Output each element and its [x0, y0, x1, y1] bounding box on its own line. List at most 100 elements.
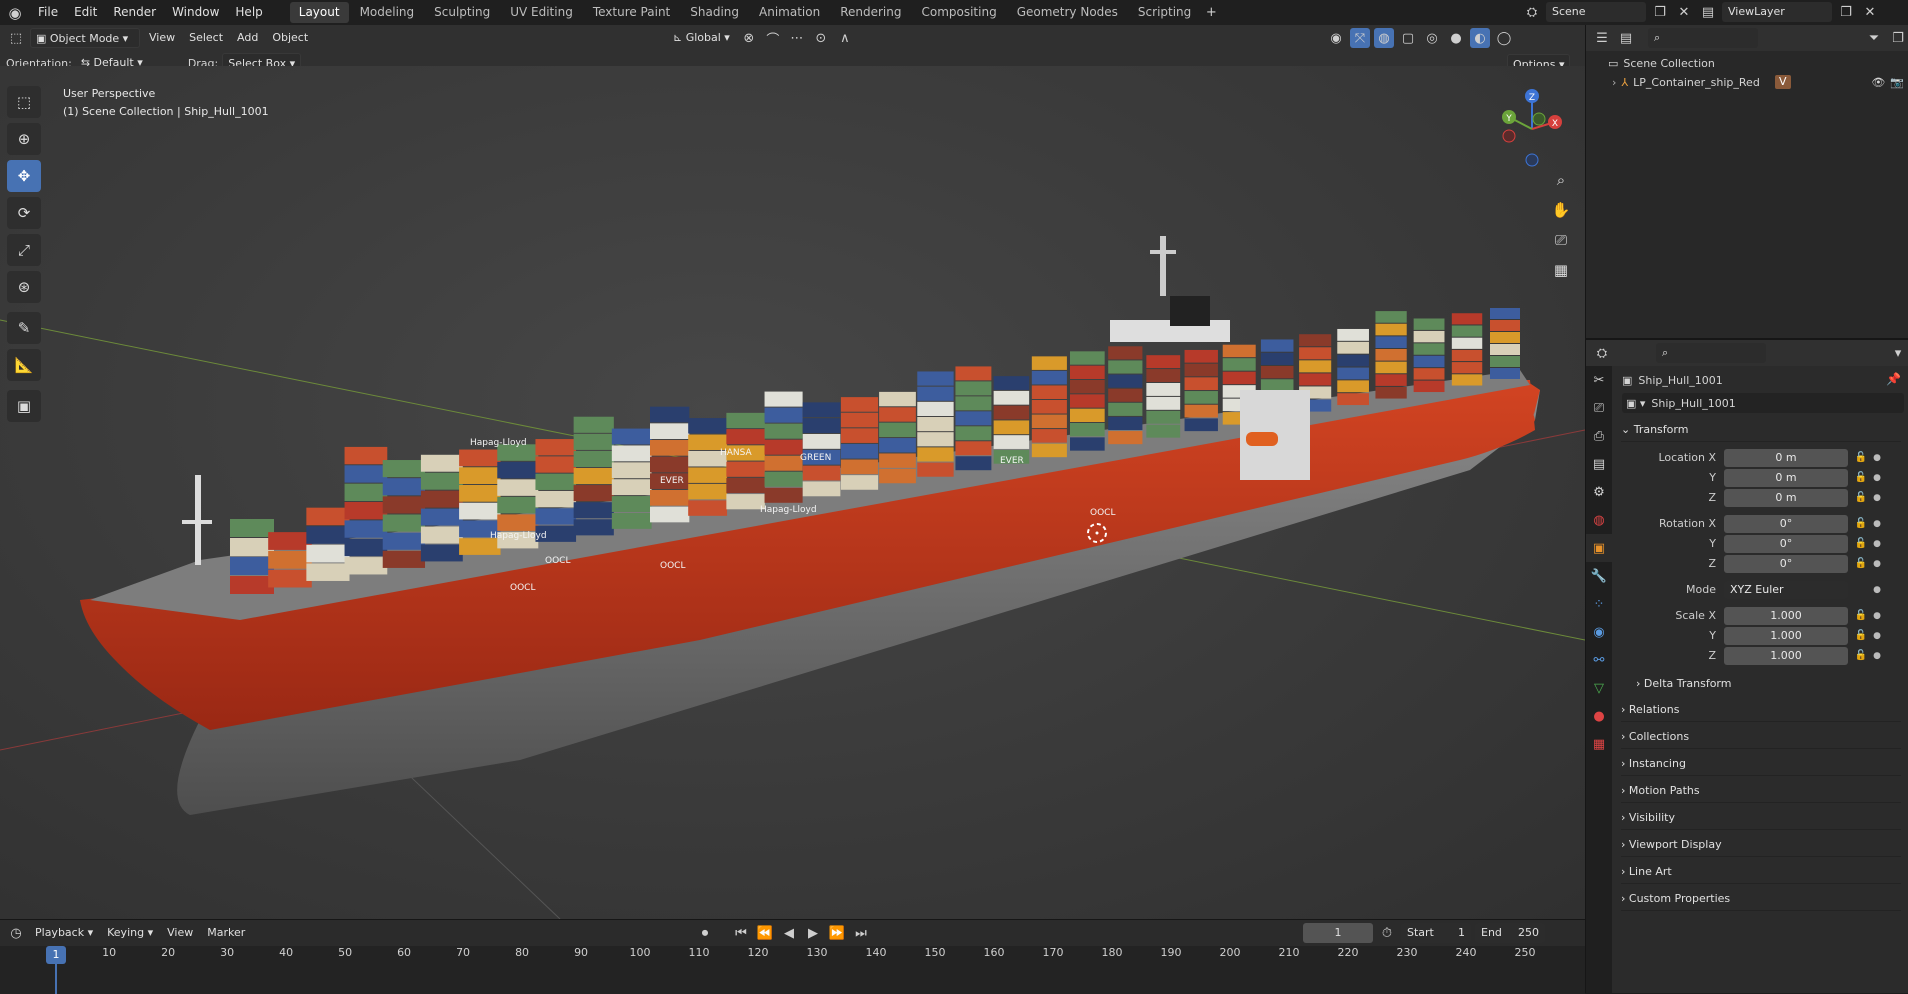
pivot-icon[interactable]: ⊗ [739, 28, 759, 48]
end-frame-field[interactable]: End 250 [1475, 923, 1545, 943]
area-divider-horizontal[interactable] [1586, 338, 1908, 340]
render-camera-icon[interactable]: 📷 [1890, 76, 1904, 89]
rotate-tool-icon[interactable]: ⟳ [7, 197, 41, 229]
workspace-tab-sculpting[interactable]: Sculpting [425, 2, 499, 23]
area-divider-vertical[interactable] [1585, 25, 1586, 993]
xray-icon[interactable]: ▢ [1398, 28, 1418, 48]
particles-tab-icon[interactable]: ⁘ [1586, 590, 1612, 618]
section-line-art[interactable]: › Line Art [1621, 860, 1901, 884]
use-preview-range-icon[interactable]: ⏱ [1377, 923, 1397, 943]
keyframe-dot-icon[interactable]: ● [1870, 453, 1884, 463]
new-collection-icon[interactable]: ❐ [1888, 28, 1908, 48]
lock-icon[interactable]: 🔓 [1852, 492, 1870, 503]
section-collections[interactable]: › Collections [1621, 725, 1901, 749]
workspace-tab-animation[interactable]: Animation [750, 2, 829, 23]
viewport-3d[interactable]: Hapag-Lloyd HANSA GREEN EVER Hapag-Lloyd OOCL… [0, 66, 1585, 919]
rotation-z-field[interactable]: 0° [1724, 554, 1848, 573]
rotation-x-field[interactable]: 0° [1724, 514, 1848, 533]
cursor-tool-icon[interactable]: ⊕ [7, 123, 41, 155]
texture-tab-icon[interactable]: ▦ [1586, 730, 1612, 758]
lock-icon[interactable]: 🔓 [1852, 650, 1870, 661]
workspace-tab-scripting[interactable]: Scripting [1129, 2, 1200, 23]
gizmo-neg-z-axis[interactable] [1525, 153, 1539, 167]
outliner-item-row[interactable]: › ⅄ LP_Container_ship_Red V 👁 📷 [1612, 73, 1904, 91]
menu-file[interactable]: File [30, 0, 66, 25]
keyframe-dot-icon[interactable]: ● [1870, 585, 1884, 595]
editor-type-icon[interactable]: ⬚ [6, 28, 26, 48]
select-menu[interactable]: Select [184, 28, 228, 48]
section-motion-paths[interactable]: › Motion Paths [1621, 779, 1901, 803]
workspace-tab-shading[interactable]: Shading [681, 2, 748, 23]
play-reverse-icon[interactable]: ◀ [779, 923, 799, 943]
current-frame-field[interactable]: 1 [1303, 923, 1373, 943]
gizmo-neg-x-axis[interactable] [1502, 129, 1516, 143]
view-layer-icon[interactable]: ▤ [1698, 2, 1718, 22]
jump-keyframe-forward-icon[interactable]: ⏩ [827, 923, 847, 943]
add-cube-tool-icon[interactable]: ▣ [7, 390, 41, 422]
falloff-icon[interactable]: ∧ [835, 28, 855, 48]
keyframe-dot-icon[interactable]: ● [1870, 651, 1884, 661]
keyframe-dot-icon[interactable]: ● [1870, 611, 1884, 621]
filter-icon[interactable]: ⏷ [1864, 28, 1884, 48]
measure-tool-icon[interactable]: 📐 [7, 349, 41, 381]
menu-window[interactable]: Window [164, 0, 227, 25]
new-scene-icon[interactable]: ❐ [1650, 2, 1670, 22]
lock-icon[interactable]: 🔓 [1852, 558, 1870, 569]
properties-editor-icon[interactable]: ⛭ [1592, 343, 1612, 363]
workspace-tab-compositing[interactable]: Compositing [912, 2, 1005, 23]
delete-scene-icon[interactable]: ✕ [1674, 2, 1694, 22]
location-y-field[interactable]: 0 m [1724, 468, 1848, 487]
play-icon[interactable]: ▶ [803, 923, 823, 943]
world-tab-icon[interactable]: ◍ [1586, 506, 1612, 534]
scale-tool-icon[interactable]: ⤢ [7, 234, 41, 266]
material-tab-icon[interactable]: ● [1586, 702, 1612, 730]
scene-tab-icon[interactable]: ⚙ [1586, 478, 1612, 506]
playback-menu[interactable]: Playback ▾ [30, 923, 98, 943]
keyframe-dot-icon[interactable]: ● [1870, 519, 1884, 529]
scale-x-field[interactable]: 1.000 [1724, 606, 1848, 625]
perspective-toggle-icon[interactable]: ▦ [1548, 257, 1574, 283]
lock-icon[interactable]: 🔓 [1852, 452, 1870, 463]
section-viewport-display[interactable]: › Viewport Display [1621, 833, 1901, 857]
auto-keying-icon[interactable]: ⏺ [695, 923, 715, 943]
tool-tab-icon[interactable]: ✂ [1586, 366, 1612, 394]
outliner-root-row[interactable]: ▭ Scene Collection [1608, 54, 1715, 72]
view-layer-field[interactable]: ViewLayer [1722, 2, 1832, 22]
display-mode-icon[interactable]: ▤ [1616, 28, 1636, 48]
data-tab-icon[interactable]: ▽ [1586, 674, 1612, 702]
properties-options-icon[interactable]: ▾ [1888, 343, 1908, 363]
keyframe-dot-icon[interactable]: ● [1870, 559, 1884, 569]
scene-icon[interactable]: ⛭ [1522, 2, 1542, 22]
workspace-tab-modeling[interactable]: Modeling [351, 2, 424, 23]
mode-dropdown[interactable]: ▣ Object Mode ▾ [30, 28, 140, 48]
lock-icon[interactable]: 🔓 [1852, 518, 1870, 529]
solid-shading-icon[interactable]: ● [1446, 28, 1466, 48]
keyframe-dot-icon[interactable]: ● [1870, 539, 1884, 549]
section-visibility[interactable]: › Visibility [1621, 806, 1901, 830]
gizmo-neg-y-axis[interactable] [1532, 112, 1546, 126]
new-view-layer-icon[interactable]: ❐ [1836, 2, 1856, 22]
rendered-shading-icon[interactable]: ◯ [1494, 28, 1514, 48]
object-data-block[interactable]: ▣ ▾ Ship_Hull_1001 [1622, 393, 1904, 413]
transform-panel-header[interactable]: ⌄ Transform [1621, 418, 1901, 442]
workspace-tab-texture-paint[interactable]: Texture Paint [584, 2, 679, 23]
jump-keyframe-back-icon[interactable]: ⏪ [755, 923, 775, 943]
keyframe-dot-icon[interactable]: ● [1870, 493, 1884, 503]
gizmo-icon[interactable]: ⤧ [1350, 28, 1370, 48]
annotate-tool-icon[interactable]: ✎ [7, 312, 41, 344]
location-x-field[interactable]: 0 m [1724, 448, 1848, 467]
pin-icon[interactable]: 📌 [1886, 372, 1901, 386]
overlays-icon[interactable]: ◍ [1374, 28, 1394, 48]
workspace-tab-layout[interactable]: Layout [289, 2, 349, 23]
jump-start-icon[interactable]: ⏮ [731, 923, 751, 943]
scene-field[interactable]: Scene [1546, 2, 1646, 22]
expand-arrow-icon[interactable]: › [1612, 76, 1616, 89]
render-tab-icon[interactable]: ⎚ [1586, 394, 1612, 422]
scale-y-field[interactable]: 1.000 [1724, 626, 1848, 645]
material-shading-icon[interactable]: ◐ [1470, 28, 1490, 48]
lock-icon[interactable]: 🔓 [1852, 630, 1870, 641]
select-box-tool-icon[interactable]: ⬚ [7, 86, 41, 118]
transform-orientation-dropdown[interactable]: ⊾ Global ▾ [668, 28, 735, 48]
menu-edit[interactable]: Edit [66, 0, 105, 25]
workspace-tab-rendering[interactable]: Rendering [831, 2, 910, 23]
